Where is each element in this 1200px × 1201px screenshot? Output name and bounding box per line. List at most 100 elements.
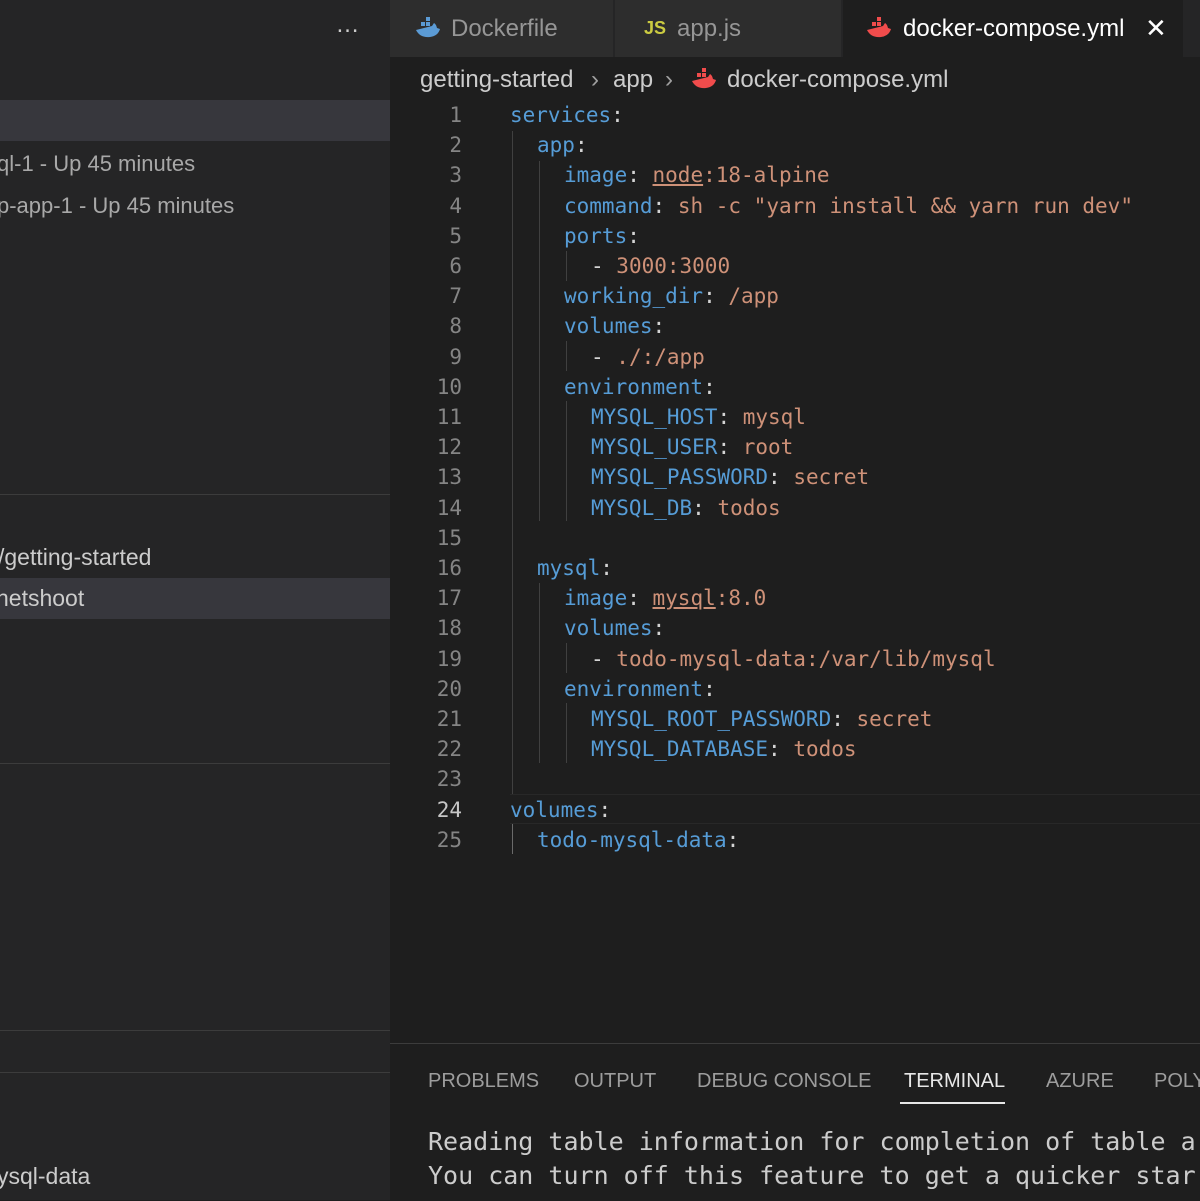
tab-docker-compose[interactable]: docker-compose.yml ✕ — [843, 0, 1183, 57]
volume-label: ysql-data — [0, 1163, 91, 1189]
image-label: netshoot — [0, 585, 85, 611]
code-line: working_dir: /app — [564, 281, 779, 311]
code-line: environment: — [564, 674, 716, 704]
indent-guide — [566, 643, 567, 673]
volume-item-mysql-data[interactable]: ysql-data — [0, 1156, 390, 1197]
yaml-value: todos — [717, 495, 781, 520]
line-number: 1 — [449, 103, 462, 127]
code-line: mysql: — [537, 553, 613, 583]
yaml-punct: : — [717, 435, 743, 460]
yaml-key: command — [564, 193, 653, 218]
code-line: - 3000:3000 — [591, 251, 730, 281]
yaml-punct: : — [703, 676, 716, 701]
code-line: - todo-mysql-data:/var/lib/mysql — [591, 644, 996, 674]
code-line: command: sh -c "yarn install && yarn run… — [564, 191, 1133, 221]
line-number: 9 — [449, 344, 462, 369]
indent-guide — [512, 131, 513, 794]
line-number: 8 — [449, 314, 462, 339]
yaml-punct: - — [591, 344, 617, 369]
code-line: volumes: — [510, 795, 611, 825]
code-line: services: — [510, 100, 624, 130]
tab-terminal[interactable]: TERMINAL — [904, 1066, 1005, 1096]
yaml-punct: : — [600, 556, 613, 580]
tab-polyglot[interactable]: POLY — [1154, 1066, 1200, 1096]
active-tab-indicator — [900, 1102, 1005, 1104]
line-number: 18 — [436, 616, 462, 641]
yaml-value: :18-alpine — [703, 163, 830, 188]
yaml-key: MYSQL_HOST — [591, 405, 718, 429]
section-divider — [0, 494, 390, 495]
image-label: /getting-started — [0, 544, 152, 570]
yaml-punct: : — [831, 707, 857, 731]
yaml-value: 3000:3000 — [616, 254, 731, 278]
yaml-key: volumes — [564, 314, 653, 339]
code-line: image: mysql:8.0 — [564, 583, 766, 613]
yaml-key: environment — [564, 374, 704, 399]
yaml-value: mysql — [742, 405, 806, 429]
yaml-key: services — [510, 103, 612, 127]
line-number: 7 — [449, 284, 462, 309]
more-actions-icon[interactable]: … — [333, 10, 363, 40]
code-line: MYSQL_ROOT_PASSWORD: secret — [591, 704, 932, 734]
container-item-mysql[interactable]: ql-1 - Up 45 minutes — [0, 143, 390, 184]
image-item-netshoot[interactable]: netshoot — [0, 578, 390, 619]
yaml-value: node — [652, 163, 704, 188]
breadcrumb-item[interactable]: app — [613, 60, 653, 100]
image-item-getting-started[interactable]: /getting-started — [0, 537, 390, 578]
tab-output[interactable]: OUTPUT — [574, 1066, 656, 1096]
code-line: image: node:18-alpine — [564, 160, 830, 190]
yaml-value: secret — [856, 707, 933, 731]
yaml-punct: : — [768, 465, 794, 490]
line-number: 16 — [436, 556, 462, 580]
yaml-key: volumes — [510, 797, 599, 822]
yaml-key: MYSQL_DATABASE — [591, 737, 769, 762]
yaml-value: todos — [793, 737, 857, 762]
indent-guide — [539, 161, 540, 521]
terminal-output-line: You can turn off this feature to get a q… — [428, 1161, 1196, 1190]
tab-app-js[interactable]: JS app.js — [615, 0, 841, 57]
close-icon[interactable]: ✕ — [1145, 0, 1167, 57]
yaml-key: app — [537, 133, 575, 158]
yaml-punct: : — [703, 284, 729, 309]
tab-problems[interactable]: PROBLEMS — [428, 1066, 539, 1096]
code-line: todo-mysql-data: — [537, 825, 739, 855]
code-line: - ./:/app — [591, 342, 705, 372]
terminal-output-line: Reading table information for completion… — [428, 1127, 1196, 1156]
indent-guide — [566, 703, 567, 763]
yaml-key: MYSQL_PASSWORD — [591, 465, 769, 490]
code-line: volumes: — [564, 311, 665, 341]
line-number: 23 — [436, 767, 462, 792]
tab-azure[interactable]: AZURE — [1046, 1066, 1114, 1096]
tab-debug-console[interactable]: DEBUG CONSOLE — [697, 1066, 871, 1096]
line-number: 24 — [436, 797, 462, 822]
yaml-key: MYSQL_USER — [591, 435, 718, 460]
tab-label: app.js — [677, 15, 742, 42]
code-editor[interactable]: 1 services: 2 app: 3 image: node:18-alpine 4 co… — [390, 100, 1200, 1040]
yaml-key: todo-mysql-data — [537, 827, 727, 852]
indent-guide-active — [512, 824, 513, 854]
yaml-punct: : — [692, 495, 718, 520]
sidebar-item-selected[interactable] — [0, 100, 390, 141]
line-number: 13 — [436, 465, 462, 490]
tab-dockerfile[interactable]: Dockerfile — [390, 0, 613, 57]
yaml-punct: : — [768, 737, 794, 762]
indent-guide — [566, 251, 567, 281]
yaml-value: ./:/app — [616, 344, 705, 369]
yaml-key: mysql — [537, 556, 601, 580]
code-line: MYSQL_DATABASE: todos — [591, 734, 857, 764]
current-line-highlight — [510, 794, 1200, 824]
yaml-value: mysql — [652, 586, 716, 611]
yaml-value: root — [742, 435, 794, 460]
breadcrumb-item[interactable]: getting-started — [420, 60, 573, 100]
breadcrumb-item[interactable]: docker-compose.yml — [727, 60, 948, 100]
container-item-app[interactable]: p-app-1 - Up 45 minutes — [0, 185, 390, 226]
yaml-key: volumes — [564, 616, 653, 641]
indent-guide — [566, 341, 567, 371]
editor-area: Dockerfile JS app.js docker-compose.yml … — [390, 0, 1200, 1043]
yaml-key: environment — [564, 676, 704, 701]
yaml-punct: : — [627, 223, 640, 248]
yaml-key: image — [564, 163, 628, 188]
yaml-punct: : — [652, 314, 666, 339]
yaml-key: MYSQL_ROOT_PASSWORD — [591, 707, 832, 731]
line-number: 19 — [436, 646, 462, 671]
